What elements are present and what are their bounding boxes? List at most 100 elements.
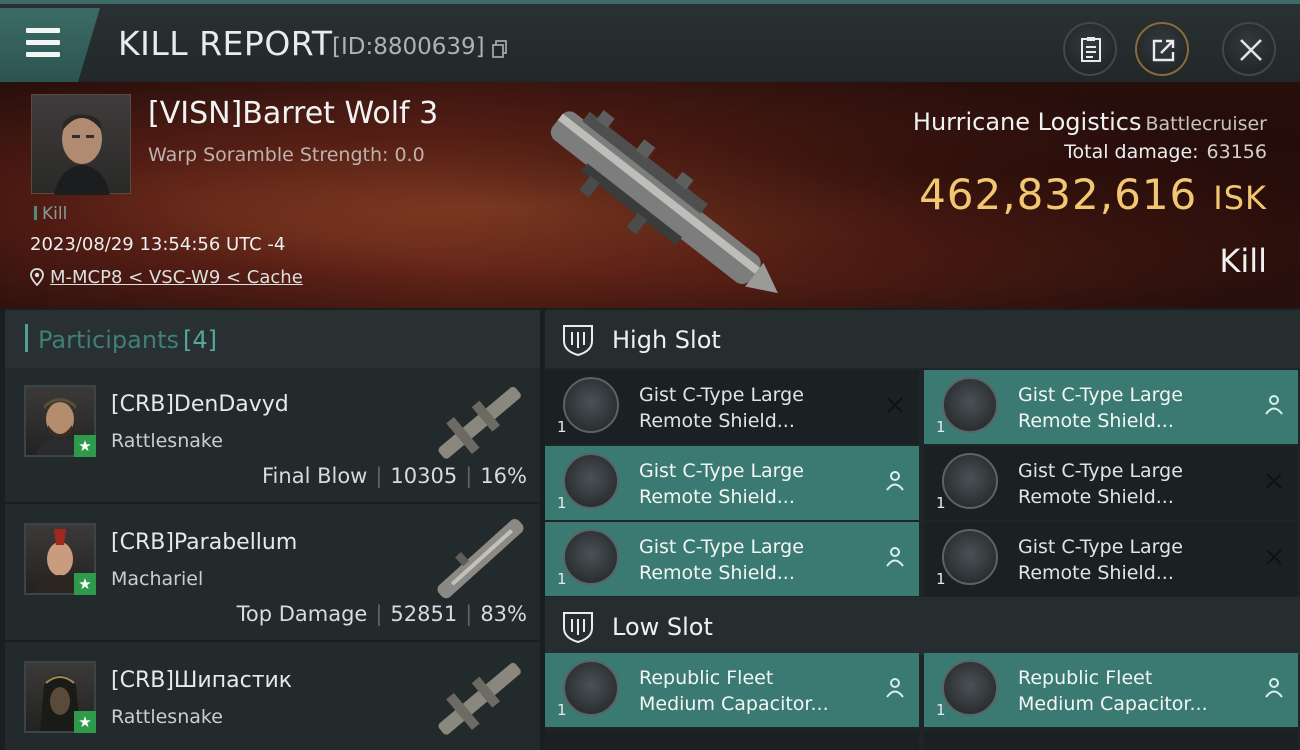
participant-role: Final Blow (262, 464, 368, 488)
top-bar: KILL REPORT [ID:8800639] (0, 0, 1300, 82)
shield-slot-icon (563, 325, 593, 357)
kill-result: Kill (1219, 242, 1267, 280)
module-quantity: 1 (557, 494, 567, 512)
star-icon: ★ (74, 435, 96, 457)
ship-name-line: Hurricane Logistics Battlecruiser (913, 108, 1267, 136)
share-button[interactable] (1135, 22, 1189, 76)
star-icon: ★ (74, 573, 96, 595)
module-quantity: 1 (936, 418, 946, 436)
capacitor-icon (563, 660, 619, 716)
victim-name[interactable]: [VISN]Barret Wolf 3 (148, 96, 438, 131)
dropped-person-icon (886, 471, 904, 491)
participant-row[interactable]: ★ [CRB]Шипастик Rattlesnake (5, 644, 540, 750)
module-quantity: 1 (557, 570, 567, 588)
participant-percent: 83% (480, 602, 527, 626)
kill-tag: Kill (34, 204, 67, 224)
high-slot-header: High Slot (545, 310, 1300, 368)
participant-row[interactable]: ★ [CRB]DenDavyd Rattlesnake Final Blow | 1… (5, 368, 540, 504)
participant-stats: Final Blow | 10305 | 16% (262, 464, 527, 488)
capacitor-icon (942, 660, 998, 716)
module-item-partial[interactable] (545, 731, 919, 750)
participant-name[interactable]: [CRB]Шипастик (111, 668, 292, 693)
shield-slot-icon (563, 612, 593, 644)
low-slot-title: Low Slot (612, 613, 713, 641)
module-quantity: 1 (936, 701, 946, 719)
location-link[interactable]: M-MCP8 < VSC-W9 < Cache (50, 267, 303, 288)
total-damage: Total damage: 63156 (1064, 141, 1267, 163)
participant-damage: 10305 (390, 464, 458, 488)
module-item[interactable]: 1 Gist C-Type Large Remote Shield... (924, 446, 1298, 520)
ship-name[interactable]: Hurricane Logistics (913, 108, 1142, 136)
avatar[interactable]: ★ (24, 523, 96, 595)
module-name: Gist C-Type Large Remote Shield... (639, 460, 804, 508)
fitting-panel: High Slot 1 Gist C-Type Large Remote Shie… (545, 310, 1300, 750)
copy-icon[interactable] (492, 40, 508, 58)
destroyed-x-icon (1266, 473, 1282, 489)
participant-ship-image (437, 519, 524, 599)
participant-ship: Rattlesnake (111, 706, 223, 728)
participant-row[interactable]: ★ [CRB]Parabellum Machariel Top Damage | 5… (5, 506, 540, 642)
ship-class: Battlecruiser (1145, 113, 1267, 135)
dropped-person-icon (1265, 395, 1283, 415)
shield-booster-icon (563, 529, 619, 585)
participant-damage: 52851 (390, 602, 458, 626)
total-damage-label: Total damage: (1064, 141, 1199, 163)
module-item[interactable]: 1 Republic Fleet Medium Capacitor... (924, 653, 1298, 727)
shield-booster-icon (942, 377, 998, 433)
kill-location[interactable]: M-MCP8 < VSC-W9 < Cache (30, 267, 303, 288)
close-button[interactable] (1222, 22, 1276, 76)
participant-name[interactable]: [CRB]Parabellum (111, 530, 297, 555)
module-name: Republic Fleet Medium Capacitor... (639, 667, 829, 715)
report-button[interactable] (1063, 22, 1117, 76)
isk-unit: ISK (1213, 179, 1267, 217)
participant-ship: Machariel (111, 568, 204, 590)
destroyed-x-icon (887, 397, 903, 413)
dropped-person-icon (886, 547, 904, 567)
high-slot-title: High Slot (612, 326, 721, 354)
module-name: Gist C-Type Large Remote Shield... (1018, 536, 1183, 584)
report-id: [ID:8800639] (332, 34, 485, 60)
participant-stats: Top Damage | 52851 | 83% (236, 602, 527, 626)
dropped-person-icon (886, 678, 904, 698)
participants-panel: Participants [4] ★ [CRB]DenDavyd Rattlesn… (5, 310, 540, 750)
module-item[interactable]: 1 Gist C-Type Large Remote Shield... (545, 522, 919, 596)
total-damage-value: 63156 (1206, 141, 1267, 163)
module-item[interactable]: 1 Gist C-Type Large Remote Shield... (924, 522, 1298, 596)
victim-ship-image (550, 110, 778, 294)
module-quantity: 1 (936, 570, 946, 588)
page-title: KILL REPORT (118, 24, 333, 63)
module-item[interactable]: 1 Gist C-Type Large Remote Shield... (924, 370, 1298, 444)
avatar[interactable]: ★ (24, 661, 96, 733)
participants-header: Participants [4] (5, 310, 540, 368)
shield-booster-icon (563, 453, 619, 509)
module-quantity: 1 (936, 494, 946, 512)
participant-percent: 16% (480, 464, 527, 488)
victim-banner: [VISN]Barret Wolf 3 Warp Soramble Streng… (0, 82, 1300, 308)
kill-timestamp: 2023/08/29 13:54:56 UTC -4 (30, 234, 286, 255)
shield-booster-icon (942, 453, 998, 509)
module-item[interactable]: 1 Gist C-Type Large Remote Shield... (545, 446, 919, 520)
module-name: Republic Fleet Medium Capacitor... (1018, 667, 1208, 715)
menu-button[interactable] (0, 8, 100, 82)
location-pin-icon (30, 268, 44, 287)
module-item[interactable]: 1 Gist C-Type Large Remote Shield... (545, 370, 919, 444)
avatar[interactable]: ★ (24, 385, 96, 457)
share-icon (1152, 39, 1175, 62)
module-quantity: 1 (557, 418, 567, 436)
report-icon (1081, 37, 1101, 62)
module-name: Gist C-Type Large Remote Shield... (639, 384, 804, 432)
module-item[interactable]: 1 Republic Fleet Medium Capacitor... (545, 653, 919, 727)
participant-role: Top Damage (236, 602, 368, 626)
victim-portrait[interactable] (31, 94, 131, 195)
module-item-partial[interactable] (924, 731, 1298, 750)
isk-value-line: 462,832,616 ISK (919, 170, 1267, 219)
module-name: Gist C-Type Large Remote Shield... (1018, 384, 1183, 432)
participant-name[interactable]: [CRB]DenDavyd (111, 392, 289, 417)
warp-scramble-strength: Warp Soramble Strength: 0.0 (148, 144, 425, 166)
participants-title: Participants (38, 326, 179, 354)
low-slot-header: Low Slot (545, 597, 1300, 655)
isk-value: 462,832,616 (919, 170, 1198, 219)
star-icon: ★ (74, 711, 96, 733)
module-name: Gist C-Type Large Remote Shield... (639, 536, 804, 584)
destroyed-x-icon (1266, 549, 1282, 565)
